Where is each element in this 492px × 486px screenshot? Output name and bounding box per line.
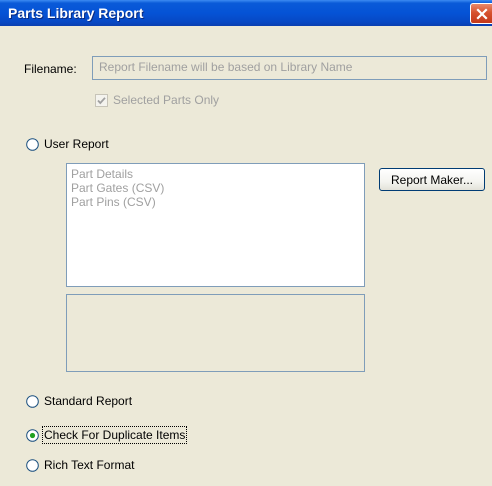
checkmark-icon bbox=[97, 97, 106, 105]
list-item[interactable]: Part Pins (CSV) bbox=[71, 195, 156, 209]
close-icon bbox=[475, 7, 488, 20]
selected-parts-only-checkbox[interactable] bbox=[95, 94, 108, 107]
rich-text-format-label[interactable]: Rich Text Format bbox=[44, 458, 134, 472]
report-description-box bbox=[66, 294, 365, 372]
list-item[interactable]: Part Details bbox=[71, 167, 133, 181]
report-maker-button[interactable]: Report Maker... bbox=[379, 168, 485, 191]
standard-report-radio[interactable] bbox=[26, 395, 39, 408]
title-bar[interactable]: Parts Library Report bbox=[0, 0, 492, 26]
filename-placeholder: Report Filename will be based on Library… bbox=[99, 60, 353, 74]
parts-library-report-dialog: Parts Library Report Filename: Report Fi… bbox=[0, 0, 492, 486]
check-duplicates-label[interactable]: Check For Duplicate Items bbox=[41, 426, 188, 444]
user-report-list[interactable]: Part Details Part Gates (CSV) Part Pins … bbox=[66, 163, 365, 287]
filename-field[interactable]: Report Filename will be based on Library… bbox=[92, 56, 487, 80]
filename-label: Filename: bbox=[24, 62, 77, 76]
list-item[interactable]: Part Gates (CSV) bbox=[71, 181, 164, 195]
user-report-radio[interactable] bbox=[26, 138, 39, 151]
rich-text-format-radio[interactable] bbox=[26, 459, 39, 472]
close-button[interactable] bbox=[470, 3, 492, 24]
user-report-label[interactable]: User Report bbox=[44, 137, 109, 151]
window-title: Parts Library Report bbox=[8, 5, 144, 21]
selected-parts-only-label: Selected Parts Only bbox=[113, 93, 220, 107]
report-maker-button-label: Report Maker... bbox=[390, 172, 474, 187]
check-duplicates-radio[interactable] bbox=[26, 429, 39, 442]
standard-report-label[interactable]: Standard Report bbox=[44, 394, 132, 408]
